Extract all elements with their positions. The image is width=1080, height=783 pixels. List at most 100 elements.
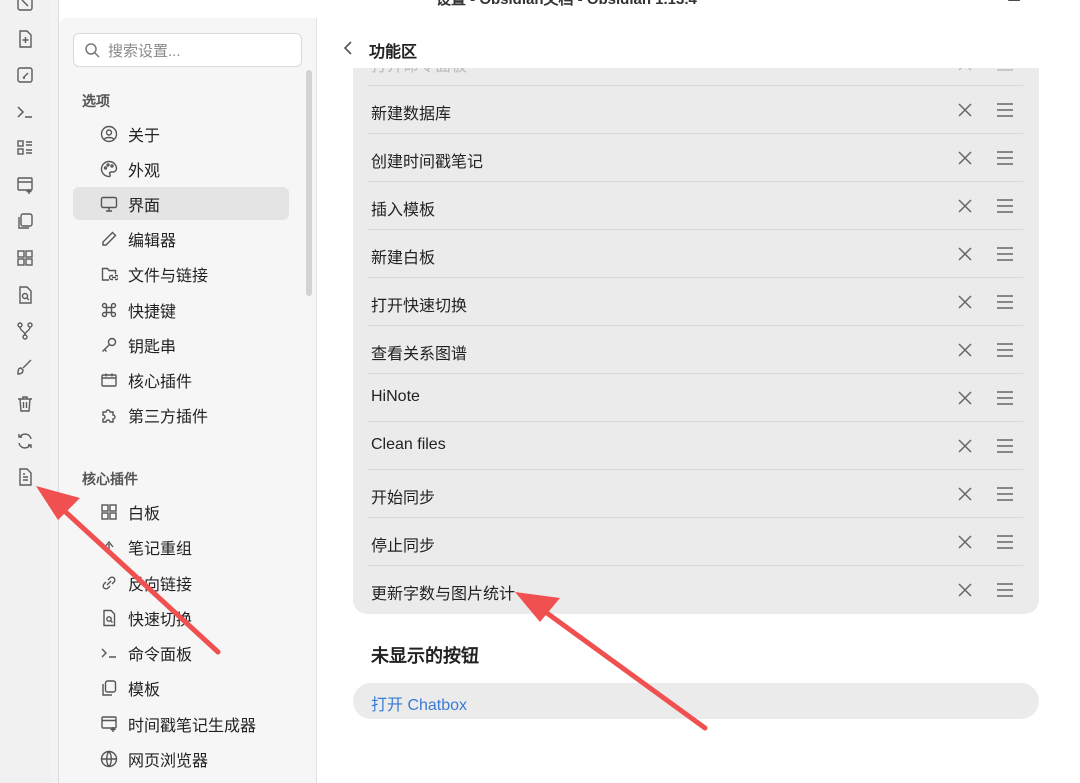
drag-handle-icon[interactable] — [995, 388, 1015, 408]
nav-item-unique-note[interactable]: 时间戳笔记生成器 — [73, 707, 289, 740]
nav-item-about[interactable]: 关于 — [73, 117, 289, 150]
command-icon — [99, 300, 119, 320]
drag-handle-icon[interactable] — [995, 68, 1015, 74]
file-edit-icon[interactable] — [14, 64, 36, 86]
close-window-button[interactable]: ✕ — [1052, 0, 1076, 6]
drag-handle-icon[interactable] — [995, 484, 1015, 504]
maximize-button[interactable]: ☐ — [1002, 0, 1026, 6]
ribbon-item-row[interactable]: HiNote — [353, 374, 1039, 422]
nav-item-label: 快捷键 — [128, 303, 177, 321]
copy-icon[interactable] — [14, 210, 36, 232]
hidden-buttons-title: 未显示的按钮 — [371, 646, 479, 666]
drag-handle-icon[interactable] — [995, 148, 1015, 168]
ribbon-item-row[interactable]: 新建数据库 — [353, 86, 1039, 134]
file-search-icon — [99, 608, 119, 628]
nav-item-label: 编辑器 — [128, 232, 177, 250]
ribbon-item-row[interactable]: 新建白板 — [353, 230, 1039, 278]
settings-modal: 选项 关于 外观 界面 编辑器 文件与链接 快捷键 钥匙串 — [58, 0, 1080, 783]
drag-handle-icon[interactable] — [995, 100, 1015, 120]
document-icon[interactable] — [14, 466, 36, 488]
close-icon[interactable] — [956, 437, 974, 455]
nav-item-templates[interactable]: 模板 — [73, 671, 289, 704]
drag-handle-icon[interactable] — [995, 580, 1015, 600]
nav-item-label: 第三方插件 — [128, 408, 209, 426]
ribbon-item-row[interactable]: 查看关系图谱 — [353, 326, 1039, 374]
grid-icon[interactable] — [14, 247, 36, 269]
hidden-button-item[interactable]: 打开 Chatbox — [353, 683, 1039, 719]
nav-item-appearance[interactable]: 外观 — [73, 152, 289, 185]
file-search-icon[interactable] — [14, 284, 36, 306]
back-chevron-icon[interactable] — [341, 39, 355, 57]
nav-item-community-plugins[interactable]: 第三方插件 — [73, 398, 289, 431]
globe-icon — [99, 749, 119, 769]
refresh-icon[interactable] — [14, 430, 36, 452]
close-icon[interactable] — [956, 197, 974, 215]
ribbon-item-row[interactable]: 打开命令面板 — [353, 68, 1039, 86]
brush-icon[interactable] — [14, 356, 36, 378]
drag-handle-icon[interactable] — [995, 436, 1015, 456]
user-circle-icon — [99, 124, 119, 144]
ribbon-item-label: HiNote — [371, 388, 420, 405]
ribbon-item-row[interactable]: 更新字数与图片统计 — [353, 566, 1039, 614]
close-icon[interactable] — [956, 485, 974, 503]
nav-item-web-viewer[interactable]: 网页浏览器 — [73, 742, 289, 775]
list-icon[interactable] — [14, 137, 36, 159]
nav-item-hotkeys[interactable]: 快捷键 — [73, 293, 289, 326]
ribbon-item-row[interactable]: 创建时间戳笔记 — [353, 134, 1039, 182]
ribbon-item-label: 插入模板 — [371, 202, 436, 219]
drag-handle-icon[interactable] — [995, 340, 1015, 360]
nav-item-files-links[interactable]: 文件与链接 — [73, 257, 289, 290]
nav-item-label: 模板 — [128, 681, 161, 699]
file-plus-icon[interactable] — [14, 28, 36, 50]
ribbon-item-label: Clean files — [371, 436, 446, 453]
close-icon[interactable] — [956, 68, 974, 73]
settings-search[interactable] — [73, 33, 302, 67]
ribbon-item-row[interactable]: 插入模板 — [353, 182, 1039, 230]
search-input[interactable] — [106, 40, 296, 62]
close-icon[interactable] — [956, 293, 974, 311]
sidebar-scrollbar[interactable] — [306, 70, 312, 296]
drag-handle-icon[interactable] — [995, 292, 1015, 312]
ribbon-item-label: 打开快速切换 — [371, 298, 468, 315]
nav-item-command-palette[interactable]: 命令面板 — [73, 636, 289, 669]
nav-item-note-composer[interactable]: 笔记重组 — [73, 530, 289, 563]
nav-item-editor[interactable]: 编辑器 — [73, 222, 289, 255]
backlink-icon — [99, 573, 119, 593]
drag-handle-icon[interactable] — [995, 196, 1015, 216]
ribbon-item-label: 新建白板 — [371, 250, 436, 267]
close-icon[interactable] — [956, 101, 974, 119]
close-icon[interactable] — [956, 389, 974, 407]
ribbon-item-row[interactable]: 打开快速切换 — [353, 278, 1039, 326]
ribbon-item-row[interactable]: Clean files — [353, 422, 1039, 470]
nav-item-canvas[interactable]: 白板 — [73, 495, 289, 528]
ribbon-item-label: 更新字数与图片统计 — [371, 586, 516, 603]
close-icon[interactable] — [956, 149, 974, 167]
ribbon-item-label: 新建数据库 — [371, 106, 452, 123]
ribbon-item-row[interactable]: 开始同步 — [353, 470, 1039, 518]
pencil-icon — [99, 229, 119, 249]
drag-handle-icon[interactable] — [995, 532, 1015, 552]
nav-item-quick-switcher[interactable]: 快速切换 — [73, 601, 289, 634]
close-icon[interactable] — [956, 341, 974, 359]
ribbon-item-row[interactable]: 停止同步 — [353, 518, 1039, 566]
minimize-button[interactable]: — — [952, 0, 976, 6]
nav-item-core-plugins[interactable]: 核心插件 — [73, 363, 289, 396]
trash-icon[interactable] — [14, 393, 36, 415]
options-section-title: 选项 — [82, 93, 110, 109]
nav-item-label: 时间戳笔记生成器 — [128, 717, 257, 735]
nav-item-backlinks[interactable]: 反向链接 — [73, 566, 289, 599]
nav-item-keychain[interactable]: 钥匙串 — [73, 328, 289, 361]
git-fork-icon[interactable] — [14, 320, 36, 342]
terminal-icon[interactable] — [14, 101, 36, 123]
hidden-button-label[interactable]: 打开 Chatbox — [371, 691, 467, 715]
close-icon[interactable] — [956, 533, 974, 551]
calendar-plus-icon[interactable] — [14, 174, 36, 196]
nav-item-interface[interactable]: 界面 — [73, 187, 289, 220]
close-icon[interactable] — [956, 581, 974, 599]
crop-icon[interactable] — [14, 0, 36, 14]
ribbon-item-label: 打开命令面板 — [371, 68, 467, 76]
nav-item-label: 外观 — [128, 162, 161, 180]
drag-handle-icon[interactable] — [995, 244, 1015, 264]
close-icon[interactable] — [956, 245, 974, 263]
window-title: 设置 - Obsidian文档 - Obsidian 1.13.4 — [436, 0, 697, 9]
